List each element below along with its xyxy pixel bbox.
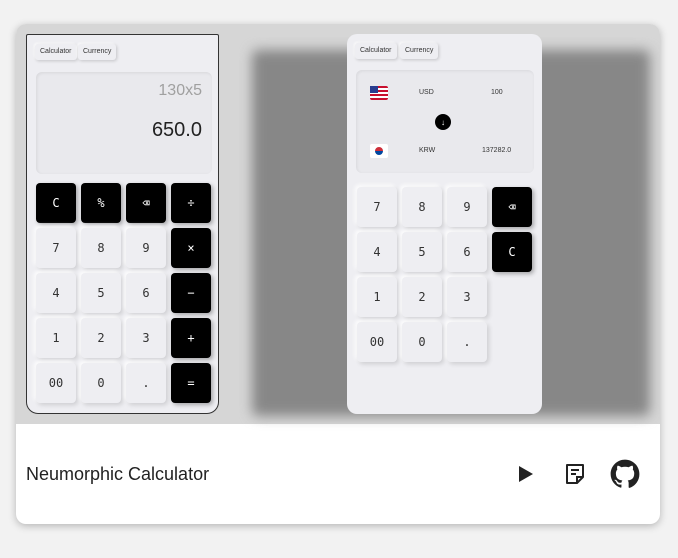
to-currency-amount: 137282.0 <box>482 147 512 154</box>
to-currency-code: KRW <box>419 147 436 154</box>
project-title: Neumorphic Calculator <box>26 464 210 484</box>
result-text: 650.0 <box>151 119 202 141</box>
key-4[interactable]: 4 <box>357 232 397 272</box>
tab-currency[interactable]: Currency <box>400 43 439 59</box>
key-00[interactable]: 00 <box>357 322 397 362</box>
currency-converter-panel: USD 100 ↓ KRW 137282.0 <box>356 70 534 173</box>
calculator-display: 130x5 650.0 <box>36 72 212 174</box>
notes-icon[interactable] <box>559 458 591 490</box>
key-0[interactable]: 0 <box>402 322 442 362</box>
key-÷[interactable]: ÷ <box>171 183 211 223</box>
key-5[interactable]: 5 <box>402 232 442 272</box>
key-8[interactable]: 8 <box>402 187 442 227</box>
key-⌫[interactable]: ⌫ <box>126 183 166 223</box>
key-1[interactable]: 1 <box>36 318 76 358</box>
key-−[interactable]: − <box>171 273 211 313</box>
key-8[interactable]: 8 <box>81 228 121 268</box>
key-+[interactable]: + <box>171 318 211 358</box>
key-dot[interactable]: . <box>447 322 487 362</box>
key-dot[interactable]: . <box>126 363 166 403</box>
expression-text: 130x5 <box>158 82 202 99</box>
tab-currency[interactable]: Currency <box>78 44 117 60</box>
key-9[interactable]: 9 <box>447 187 487 227</box>
key-2[interactable]: 2 <box>81 318 121 358</box>
preview-area: Calculator Currency 130x5 650.0 C% ⌫ ÷ 7 8 9 ×… <box>16 24 660 424</box>
from-currency-amount: 100 <box>491 89 503 96</box>
key-6[interactable]: 6 <box>447 232 487 272</box>
key-7[interactable]: 7 <box>36 228 76 268</box>
key-9[interactable]: 9 <box>126 228 166 268</box>
key-6[interactable]: 6 <box>126 273 166 313</box>
key-1[interactable]: 1 <box>357 277 397 317</box>
key-C[interactable]: C <box>492 232 532 272</box>
key-3[interactable]: 3 <box>447 277 487 317</box>
key-⌫[interactable]: ⌫ <box>492 187 532 227</box>
kr-flag-icon[interactable] <box>370 144 388 158</box>
key-C[interactable]: C <box>36 183 76 223</box>
key-3[interactable]: 3 <box>126 318 166 358</box>
key-=[interactable]: = <box>171 363 211 403</box>
key-7[interactable]: 7 <box>357 187 397 227</box>
us-flag-icon[interactable] <box>370 86 388 100</box>
currency-screen: Calculator Currency USD 100 ↓ KRW 137282… <box>347 34 542 414</box>
from-currency-code: USD <box>419 89 434 96</box>
key-2[interactable]: 2 <box>402 277 442 317</box>
calculator-screen: Calculator Currency 130x5 650.0 C% ⌫ ÷ 7 8 9 ×… <box>26 34 219 414</box>
key-4[interactable]: 4 <box>36 273 76 313</box>
project-card: Calculator Currency 130x5 650.0 C% ⌫ ÷ 7 8 9 ×… <box>16 24 660 524</box>
key-0[interactable]: 0 <box>81 363 121 403</box>
key-%[interactable]: % <box>81 183 121 223</box>
tab-calculator[interactable]: Calculator <box>35 44 77 60</box>
swap-arrow-icon[interactable]: ↓ <box>435 114 451 130</box>
github-icon[interactable] <box>609 458 641 490</box>
key-×[interactable]: × <box>171 228 211 268</box>
key-5[interactable]: 5 <box>81 273 121 313</box>
key-00[interactable]: 00 <box>36 363 76 403</box>
tab-calculator[interactable]: Calculator <box>355 43 397 59</box>
play-icon[interactable] <box>510 458 542 490</box>
